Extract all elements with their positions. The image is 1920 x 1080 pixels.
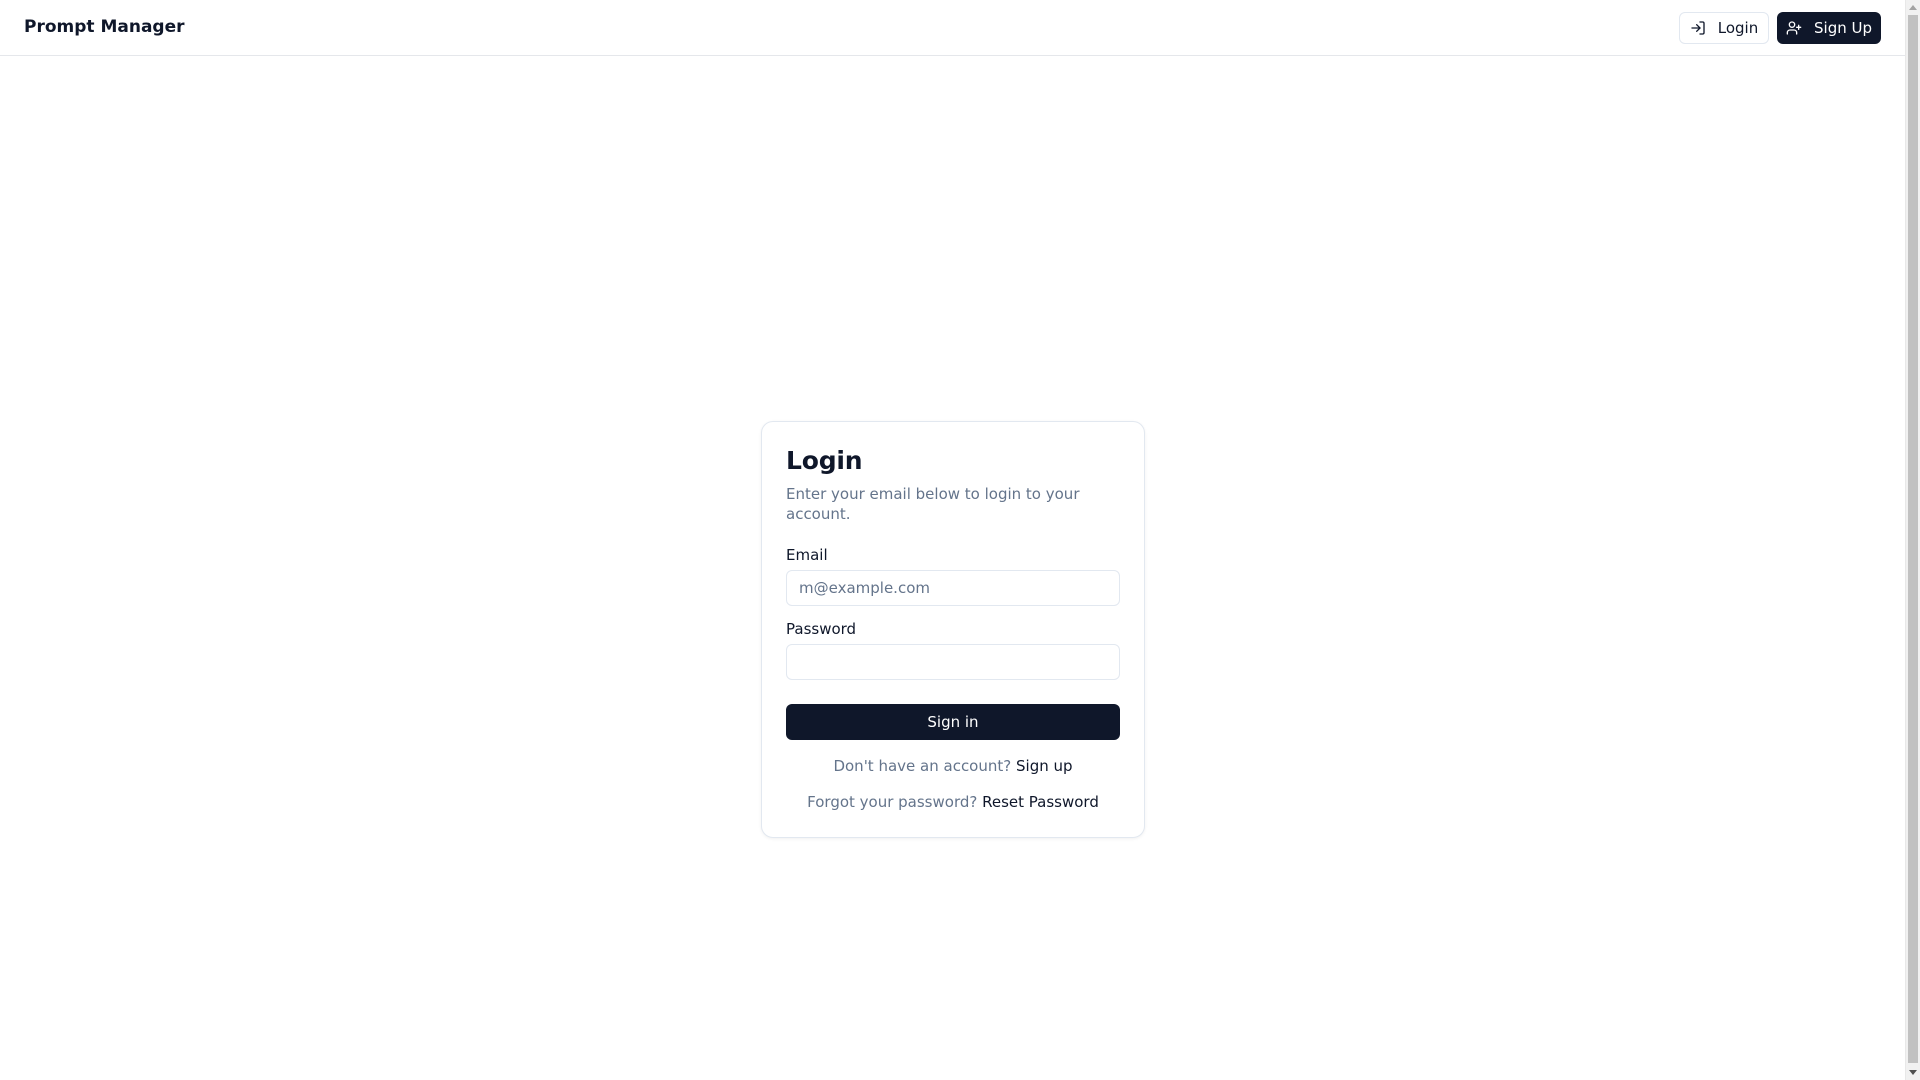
email-label: Email bbox=[786, 546, 828, 564]
password-field[interactable] bbox=[786, 644, 1120, 680]
signup-link[interactable]: Sign up bbox=[1016, 757, 1073, 775]
scroll-up-arrow-icon[interactable] bbox=[1909, 5, 1917, 10]
reset-prompt: Forgot your password? Reset Password bbox=[762, 793, 1144, 811]
signup-prompt: Don't have an account? Sign up bbox=[762, 757, 1144, 775]
sign-in-button[interactable]: Sign in bbox=[786, 704, 1120, 740]
top-navbar: Prompt Manager Login Sign Up bbox=[0, 0, 1905, 56]
user-plus-icon bbox=[1786, 20, 1802, 36]
no-account-text: Don't have an account? bbox=[833, 757, 1012, 775]
forgot-password-text: Forgot your password? bbox=[807, 793, 978, 811]
signup-nav-button[interactable]: Sign Up bbox=[1777, 12, 1881, 44]
page-content: Prompt Manager Login Sign Up Login Enter… bbox=[0, 0, 1905, 1080]
password-label: Password bbox=[786, 620, 857, 638]
scroll-down-arrow-icon[interactable] bbox=[1909, 1070, 1917, 1075]
login-nav-label: Login bbox=[1717, 19, 1759, 37]
signup-nav-label: Sign Up bbox=[1814, 19, 1872, 37]
card-description: Enter your email below to login to your … bbox=[786, 485, 1080, 523]
app-brand[interactable]: Prompt Manager bbox=[24, 17, 185, 37]
card-title: Login bbox=[786, 446, 863, 475]
login-nav-button[interactable]: Login bbox=[1679, 12, 1769, 44]
browser-viewport: Prompt Manager Login Sign Up Login Enter… bbox=[0, 0, 1920, 1080]
scrollbar-thumb[interactable] bbox=[1908, 15, 1918, 1063]
reset-password-link[interactable]: Reset Password bbox=[982, 793, 1099, 811]
vertical-scrollbar[interactable] bbox=[1905, 0, 1920, 1080]
log-in-icon bbox=[1690, 20, 1706, 36]
login-card: Login Enter your email below to login to… bbox=[761, 421, 1145, 838]
email-field[interactable] bbox=[786, 570, 1120, 606]
